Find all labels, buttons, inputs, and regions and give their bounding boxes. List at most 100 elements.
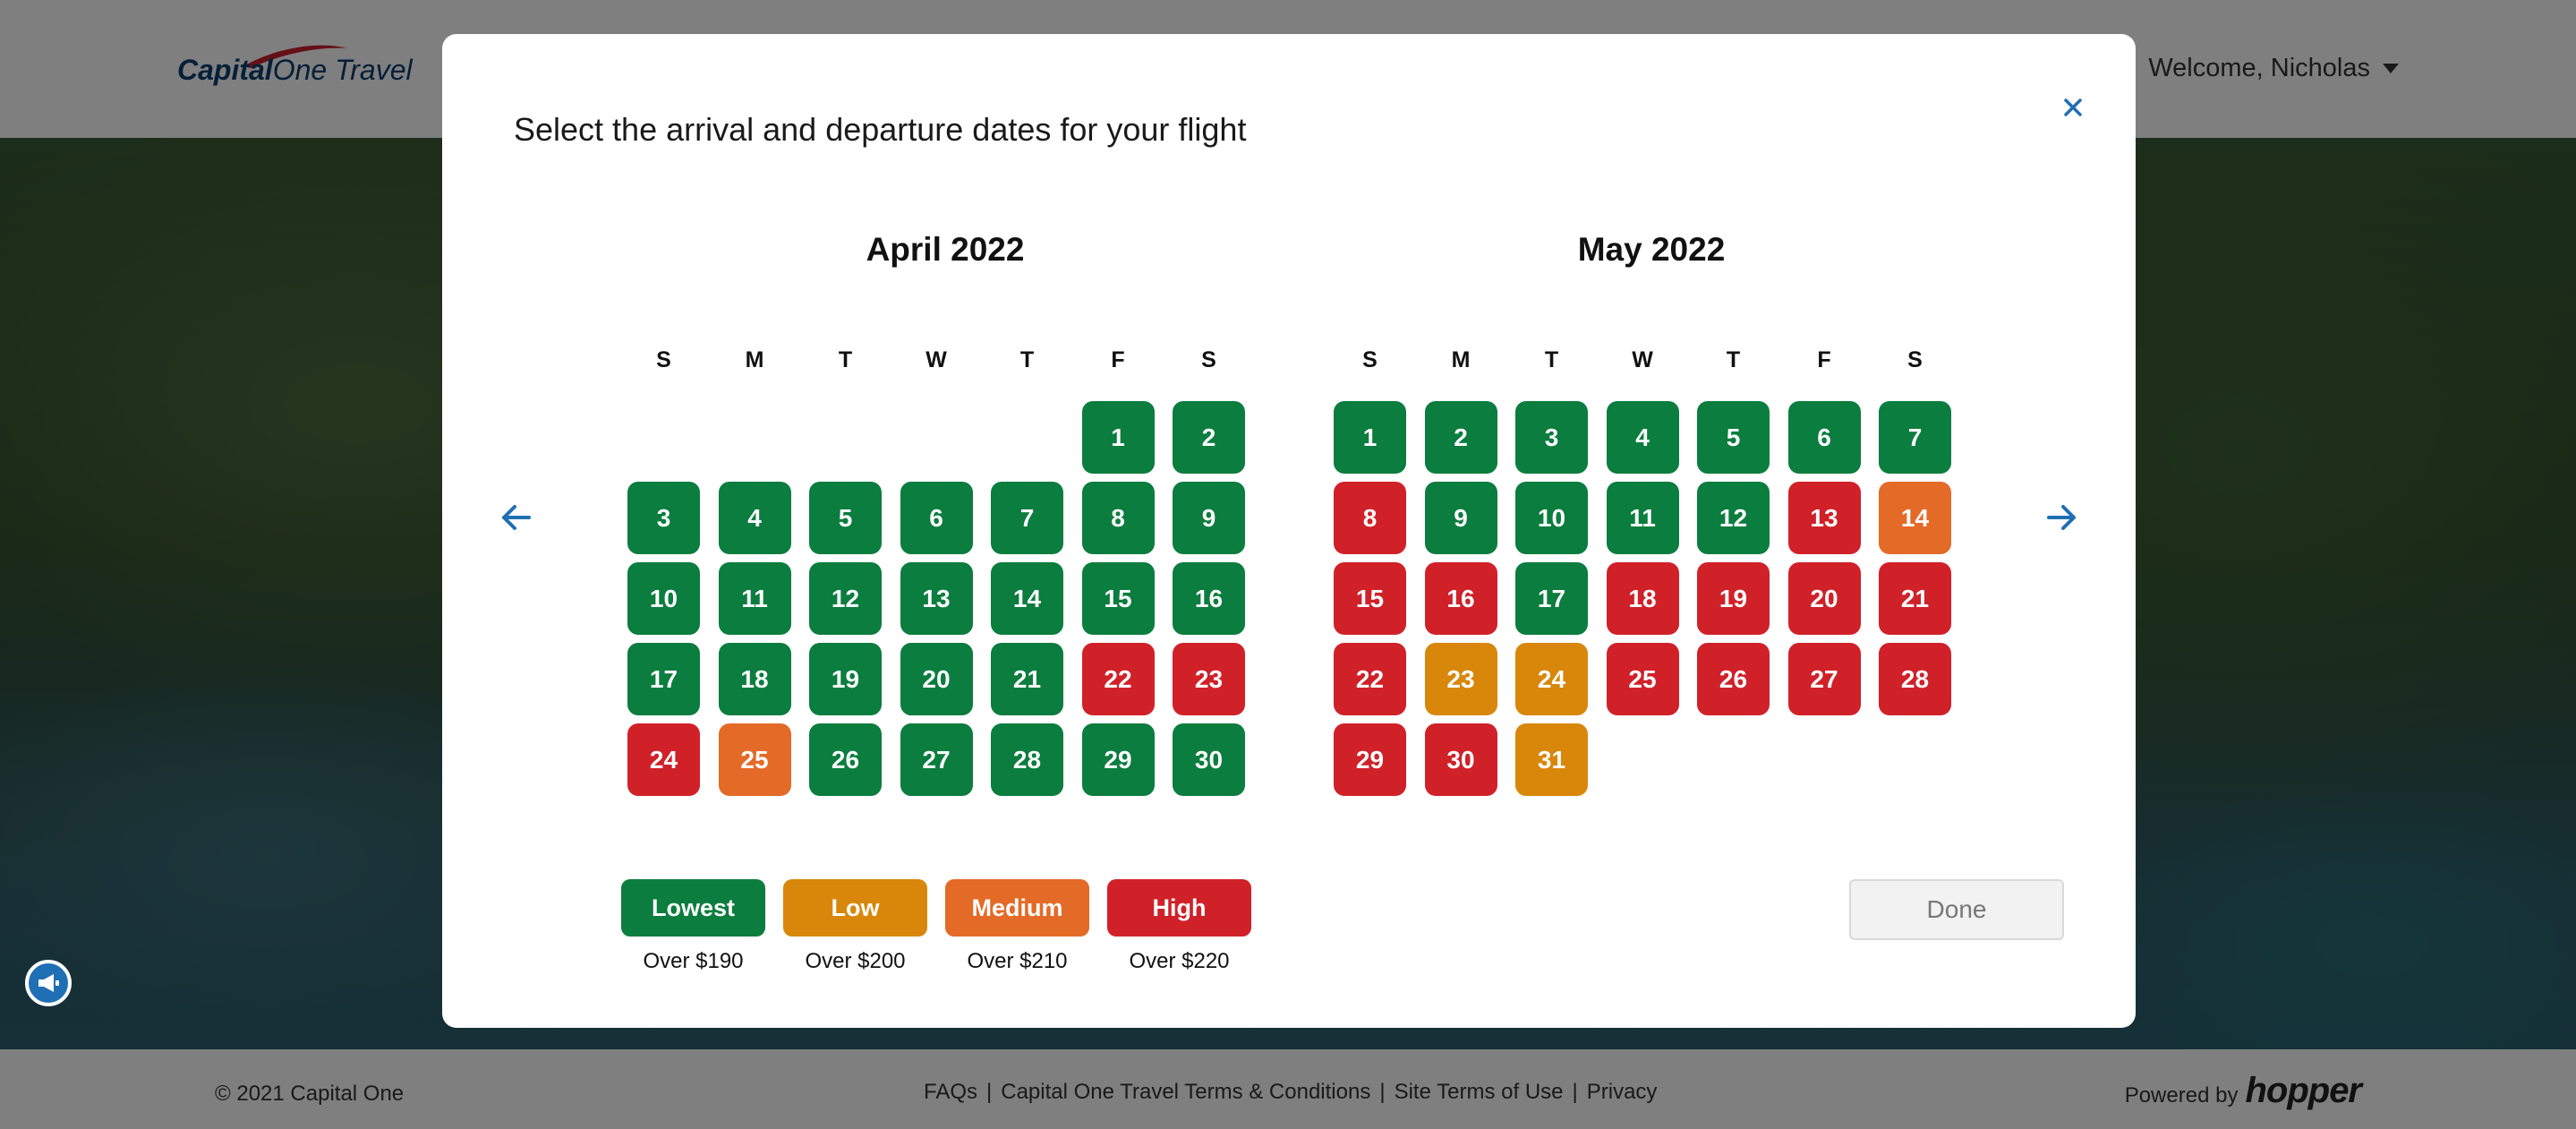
day-cell[interactable]: 19 — [809, 643, 882, 715]
day-cell[interactable]: 3 — [627, 482, 700, 554]
day-cell[interactable]: 7 — [991, 482, 1063, 554]
day-cell[interactable]: 8 — [1081, 482, 1155, 554]
day-cell[interactable]: 2 — [1424, 401, 1497, 474]
day-cell[interactable]: 24 — [627, 723, 700, 796]
legend-item-high: High Over $220 — [1107, 879, 1251, 974]
day-cell[interactable]: 23 — [1173, 643, 1245, 715]
calendar-month-may: May 2022 S M T W T F S 1 2 3 4 5 6 7 8 9 10 11 12 13… — [1334, 231, 1969, 796]
day-grid: 1 2 3 4 5 6 7 8 9 10 11 12 13 14 15 16 17 18 19 20 21 22 23 24 2… — [1334, 401, 1969, 796]
day-cell[interactable]: 7 — [1879, 401, 1951, 474]
day-cell[interactable]: 1 — [1081, 401, 1155, 474]
weekday-label: T — [1726, 347, 1741, 372]
day-cell[interactable]: 29 — [1081, 723, 1155, 796]
day-cell[interactable]: 5 — [1697, 401, 1770, 474]
day-cell[interactable]: 27 — [900, 723, 973, 796]
legend-chip: Medium — [945, 879, 1089, 937]
day-empty — [627, 401, 700, 474]
price-legend: Lowest Over $190 Low Over $200 Medium Ov… — [621, 879, 1251, 974]
day-cell[interactable]: 11 — [718, 562, 791, 635]
day-cell[interactable]: 12 — [1697, 482, 1770, 554]
day-cell[interactable]: 21 — [1879, 562, 1951, 635]
day-cell[interactable]: 28 — [1879, 643, 1951, 715]
weekday-label: F — [1111, 347, 1125, 372]
weekday-label: W — [1632, 347, 1653, 372]
day-cell[interactable]: 2 — [1173, 401, 1245, 474]
weekday-label: T — [1019, 347, 1035, 372]
day-cell[interactable]: 20 — [900, 643, 973, 715]
arrow-left-icon — [502, 505, 531, 530]
day-cell[interactable]: 19 — [1697, 562, 1770, 635]
legend-item-medium: Medium Over $210 — [945, 879, 1089, 974]
weekday-label: S — [1201, 347, 1216, 372]
weekday-label: S — [656, 347, 671, 372]
legend-item-low: Low Over $200 — [783, 879, 927, 974]
day-cell[interactable]: 27 — [1787, 643, 1861, 715]
legend-chip: High — [1107, 879, 1251, 937]
day-cell[interactable]: 18 — [718, 643, 791, 715]
day-cell[interactable]: 12 — [809, 562, 882, 635]
day-cell[interactable]: 20 — [1787, 562, 1861, 635]
next-month-button[interactable] — [2043, 498, 2082, 537]
arrow-right-icon — [2047, 505, 2076, 530]
calendar-month-april: April 2022 S M T W T F S 1 2 3 4 5 6 7 8 9 10 11 12… — [627, 231, 1263, 796]
day-cell[interactable]: 29 — [1334, 723, 1406, 796]
weekday-header: S M T W T F S — [1334, 347, 1969, 389]
day-cell[interactable]: 8 — [1334, 482, 1406, 554]
month-title: May 2022 — [1577, 231, 1726, 268]
day-cell[interactable]: 30 — [1424, 723, 1497, 796]
day-cell[interactable]: 11 — [1606, 482, 1679, 554]
megaphone-icon[interactable] — [25, 960, 72, 1006]
day-cell[interactable]: 15 — [1334, 562, 1406, 635]
day-cell[interactable]: 17 — [627, 643, 700, 715]
day-cell[interactable]: 26 — [1697, 643, 1770, 715]
day-cell[interactable]: 24 — [1515, 643, 1588, 715]
weekday-label: T — [1544, 347, 1559, 372]
day-empty — [991, 401, 1063, 474]
day-cell[interactable]: 5 — [809, 482, 882, 554]
day-cell[interactable]: 23 — [1424, 643, 1497, 715]
legend-item-lowest: Lowest Over $190 — [621, 879, 765, 974]
day-cell[interactable]: 17 — [1515, 562, 1588, 635]
day-cell[interactable]: 9 — [1173, 482, 1245, 554]
day-cell[interactable]: 6 — [900, 482, 973, 554]
weekday-label: F — [1817, 347, 1831, 372]
day-cell[interactable]: 13 — [1787, 482, 1861, 554]
day-cell[interactable]: 21 — [991, 643, 1063, 715]
day-cell[interactable]: 30 — [1173, 723, 1245, 796]
day-cell[interactable]: 18 — [1606, 562, 1679, 635]
previous-month-button[interactable] — [496, 498, 535, 537]
day-cell[interactable]: 25 — [1606, 643, 1679, 715]
weekday-header: S M T W T F S — [627, 347, 1263, 389]
day-cell[interactable]: 13 — [900, 562, 973, 635]
legend-price: Over $200 — [805, 949, 906, 973]
day-cell[interactable]: 4 — [718, 482, 791, 554]
day-cell[interactable]: 4 — [1606, 401, 1679, 474]
day-cell[interactable]: 6 — [1787, 401, 1861, 474]
day-empty — [719, 401, 791, 474]
day-cell[interactable]: 22 — [1334, 643, 1406, 715]
day-cell[interactable]: 14 — [991, 562, 1063, 635]
day-cell[interactable]: 22 — [1081, 643, 1155, 715]
weekday-label: M — [1451, 347, 1471, 372]
day-empty — [900, 401, 973, 474]
date-picker-modal: Select the arrival and departure dates f… — [442, 34, 2136, 1028]
day-cell[interactable]: 31 — [1515, 723, 1588, 796]
day-cell[interactable]: 14 — [1879, 482, 1951, 554]
weekday-label: T — [838, 347, 853, 372]
day-cell[interactable]: 3 — [1515, 401, 1588, 474]
legend-chip: Lowest — [621, 879, 765, 937]
day-cell[interactable]: 28 — [991, 723, 1063, 796]
close-button[interactable] — [2057, 91, 2089, 124]
weekday-label: S — [1907, 347, 1923, 372]
day-cell[interactable]: 1 — [1334, 401, 1406, 474]
day-cell[interactable]: 10 — [627, 562, 700, 635]
weekday-label: S — [1362, 347, 1378, 372]
done-button[interactable]: Done — [1849, 879, 2064, 940]
day-cell[interactable]: 16 — [1424, 562, 1497, 635]
day-cell[interactable]: 16 — [1173, 562, 1245, 635]
day-cell[interactable]: 15 — [1081, 562, 1155, 635]
day-cell[interactable]: 9 — [1424, 482, 1497, 554]
day-cell[interactable]: 10 — [1515, 482, 1588, 554]
day-cell[interactable]: 25 — [718, 723, 791, 796]
day-cell[interactable]: 26 — [809, 723, 882, 796]
